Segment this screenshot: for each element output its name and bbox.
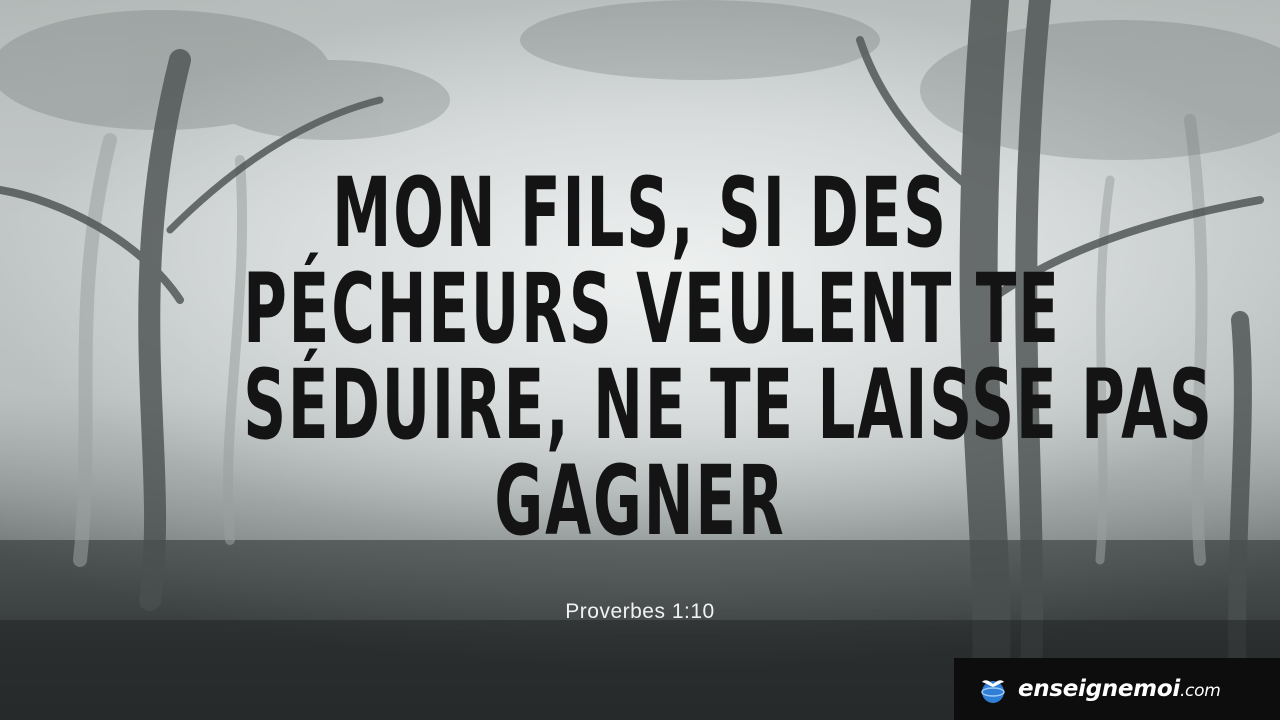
globe-bird-icon bbox=[981, 680, 1005, 703]
brand-tld: .com bbox=[1179, 681, 1221, 701]
verse-quote: MON FILS, SI DES PÉCHEURS VEULENT TE SÉD… bbox=[243, 157, 1214, 557]
brand-wordmark: enseignemoi.com bbox=[1018, 676, 1221, 702]
quote-line-1: MON FILS, SI DES bbox=[332, 157, 948, 269]
quote-line-3: SÉDUIRE, NE TE LAISSE PAS bbox=[243, 349, 1214, 461]
quote-line-2: PÉCHEURS VEULENT TE bbox=[243, 253, 1061, 365]
quote-line-4: GAGNER bbox=[494, 445, 786, 557]
brand-name: enseignemoi bbox=[1018, 676, 1180, 702]
brand-badge[interactable]: enseignemoi.com bbox=[954, 658, 1280, 720]
background-photo: MON FILS, SI DES PÉCHEURS VEULENT TE SÉD… bbox=[0, 0, 1280, 720]
verse-reference: Proverbes 1:10 bbox=[565, 600, 715, 623]
